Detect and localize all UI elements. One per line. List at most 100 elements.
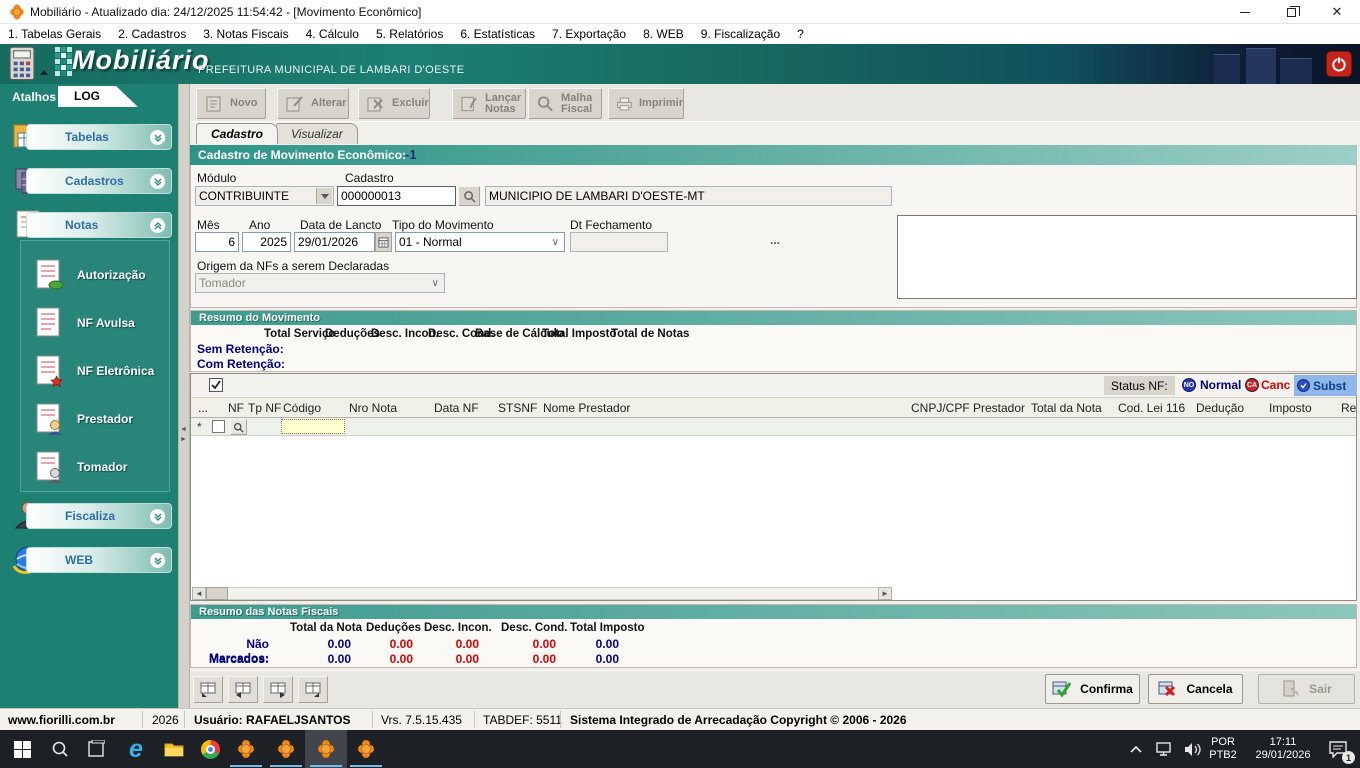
cadastro-input[interactable]: 000000013: [337, 186, 456, 206]
sidebar-group-fiscaliza[interactable]: Fiscaliza: [26, 503, 172, 529]
minimize-button[interactable]: [1222, 0, 1268, 24]
imprimir-button[interactable]: Imprimir: [608, 88, 684, 119]
grid-new-row[interactable]: *: [191, 418, 1356, 436]
sidebar-group-web[interactable]: WEB: [26, 547, 172, 573]
taskbar-fiorilli-app-1[interactable]: [226, 730, 266, 768]
grid-col-nro-nota[interactable]: Nro Nota: [349, 401, 397, 415]
chevron-up-icon[interactable]: [149, 217, 166, 234]
grid-col-lei116[interactable]: Cod. Lei 116: [1118, 401, 1185, 415]
hscroll-thumb[interactable]: [206, 587, 228, 600]
tipo-movimento-select[interactable]: 01 - Normal ∨: [395, 232, 565, 252]
taskbar-explorer-button[interactable]: [154, 730, 194, 768]
grid-col-codigo[interactable]: Código: [283, 401, 321, 415]
grid-col-imposto[interactable]: Imposto: [1269, 401, 1312, 415]
sidebar-item-nf-eletronica[interactable]: NF Eletrônica: [31, 349, 187, 393]
taskbar-search-button[interactable]: [40, 730, 80, 768]
taskbar-fiorilli-app-4[interactable]: [346, 730, 386, 768]
chevron-down-icon[interactable]: [149, 508, 166, 525]
start-button[interactable]: [2, 730, 42, 768]
codigo-cell-editing[interactable]: [281, 419, 345, 434]
grid-col-data-nf[interactable]: Data NF: [434, 401, 479, 415]
nav-next-button[interactable]: [263, 676, 293, 703]
confirma-button[interactable]: Confirma: [1045, 674, 1140, 704]
sidebar-group-notas[interactable]: Notas: [26, 212, 172, 238]
taskbar-ie-button[interactable]: e: [116, 730, 156, 768]
chevron-down-icon[interactable]: [149, 173, 166, 190]
menu-exportacao[interactable]: 7. Exportação: [552, 27, 626, 41]
tab-visualizar[interactable]: Visualizar: [276, 123, 358, 144]
hscroll-right-button[interactable]: ►: [878, 587, 892, 600]
status-normal-label[interactable]: Normal: [1200, 378, 1241, 392]
menu-notas-fiscais[interactable]: 3. Notas Fiscais: [203, 27, 288, 41]
menu-cadastros[interactable]: 2. Cadastros: [118, 27, 186, 41]
power-button[interactable]: [1326, 51, 1352, 77]
hscroll-left-button[interactable]: ◄: [192, 587, 206, 600]
ano-input[interactable]: 2025: [242, 232, 291, 252]
chevron-down-icon[interactable]: [149, 129, 166, 146]
grid-col-stsnf[interactable]: STSNF: [498, 401, 537, 415]
restore-button[interactable]: [1268, 0, 1314, 24]
excluir-button[interactable]: Excluir: [358, 88, 430, 119]
taskbar-fiorilli-app-2[interactable]: [266, 730, 306, 768]
status-subst-segment[interactable]: Subst: [1294, 375, 1357, 396]
grid-col-selector[interactable]: ...: [198, 401, 208, 415]
sair-button[interactable]: Sair: [1258, 674, 1355, 704]
menu-web[interactable]: 8. WEB: [643, 27, 684, 41]
novo-button[interactable]: Novo: [196, 88, 266, 119]
ellipsis-button[interactable]: ...: [770, 233, 780, 247]
taskbar-fiorilli-app-3-active[interactable]: [306, 730, 346, 768]
sidebar-item-nf-avulsa[interactable]: NF Avulsa: [31, 301, 187, 345]
tray-network-button[interactable]: [1150, 730, 1180, 768]
task-view-button[interactable]: [76, 730, 116, 768]
taskbar-chrome-button[interactable]: [190, 730, 230, 768]
calendar-button[interactable]: [375, 232, 392, 252]
cadastro-search-button[interactable]: [458, 186, 480, 206]
lancar-notas-button[interactable]: Lançar Notas: [452, 88, 526, 119]
nav-first-button[interactable]: [193, 676, 223, 703]
menu-calculo[interactable]: 4. Cálculo: [306, 27, 359, 41]
row-search-button[interactable]: [230, 419, 247, 435]
menu-tabelas-gerais[interactable]: 1. Tabelas Gerais: [8, 27, 101, 41]
menu-estatisticas[interactable]: 6. Estatísticas: [460, 27, 535, 41]
notification-center-button[interactable]: 1: [1318, 730, 1358, 768]
sidebar-item-autorizacao[interactable]: Autorização: [31, 253, 187, 297]
sidebar-tab-log[interactable]: LOG: [58, 86, 138, 107]
mes-input[interactable]: 6: [195, 232, 239, 252]
tray-clock[interactable]: 17:1129/01/2026: [1246, 730, 1320, 768]
grid-hscrollbar[interactable]: [192, 587, 892, 600]
sidebar-group-cadastros[interactable]: Cadastros: [26, 168, 172, 194]
sidebar-group-tabelas[interactable]: Tabelas: [26, 124, 172, 150]
grid-col-nome-prestador[interactable]: Nome Prestador: [543, 401, 630, 415]
chevron-down-icon[interactable]: [149, 552, 166, 569]
grid-col-retencao[interactable]: Re: [1341, 401, 1356, 415]
menu-fiscalizacao[interactable]: 9. Fiscalização: [701, 27, 780, 41]
sidebar-splitter[interactable]: ◄ ►: [178, 84, 190, 708]
observation-memo[interactable]: [897, 215, 1357, 299]
nav-prev-button[interactable]: [228, 676, 258, 703]
status-canc-label[interactable]: Canc: [1261, 378, 1290, 392]
sidebar-tab-atalhos[interactable]: Atalhos: [12, 90, 56, 104]
grid-col-nf[interactable]: NF: [228, 401, 244, 415]
origem-select[interactable]: Tomador ∨: [195, 273, 445, 293]
cancela-button[interactable]: Cancela: [1148, 674, 1243, 704]
data-lancto-input[interactable]: 29/01/2026: [294, 232, 375, 252]
menu-help[interactable]: ?: [797, 27, 804, 41]
grid-col-deducao[interactable]: Dedução: [1196, 401, 1244, 415]
grid-col-total-nota[interactable]: Total da Nota: [1031, 401, 1102, 415]
nav-last-button[interactable]: [298, 676, 328, 703]
modulo-select[interactable]: CONTRIBUINTE: [195, 186, 334, 206]
close-button[interactable]: ✕: [1314, 0, 1360, 24]
menu-relatorios[interactable]: 5. Relatórios: [376, 27, 443, 41]
tray-language-indicator[interactable]: PORPTB2: [1202, 730, 1244, 768]
tab-cadastro[interactable]: Cadastro: [196, 123, 278, 144]
alterar-button[interactable]: Alterar: [277, 88, 349, 119]
grid-col-tpnf[interactable]: Tp NF: [248, 401, 281, 415]
malha-fiscal-button[interactable]: Malha Fiscal: [528, 88, 602, 119]
sidebar-item-prestador[interactable]: Prestador: [31, 397, 187, 441]
select-all-checkbox[interactable]: [209, 378, 223, 392]
tray-expand-button[interactable]: [1122, 730, 1150, 768]
row-checkbox[interactable]: [212, 420, 225, 433]
sidebar-item-tomador[interactable]: Tomador: [31, 445, 187, 489]
grid-col-cnpj-prestador[interactable]: CNPJ/CPF Prestador: [911, 401, 1025, 415]
dt-fechamento-input[interactable]: [570, 232, 668, 252]
